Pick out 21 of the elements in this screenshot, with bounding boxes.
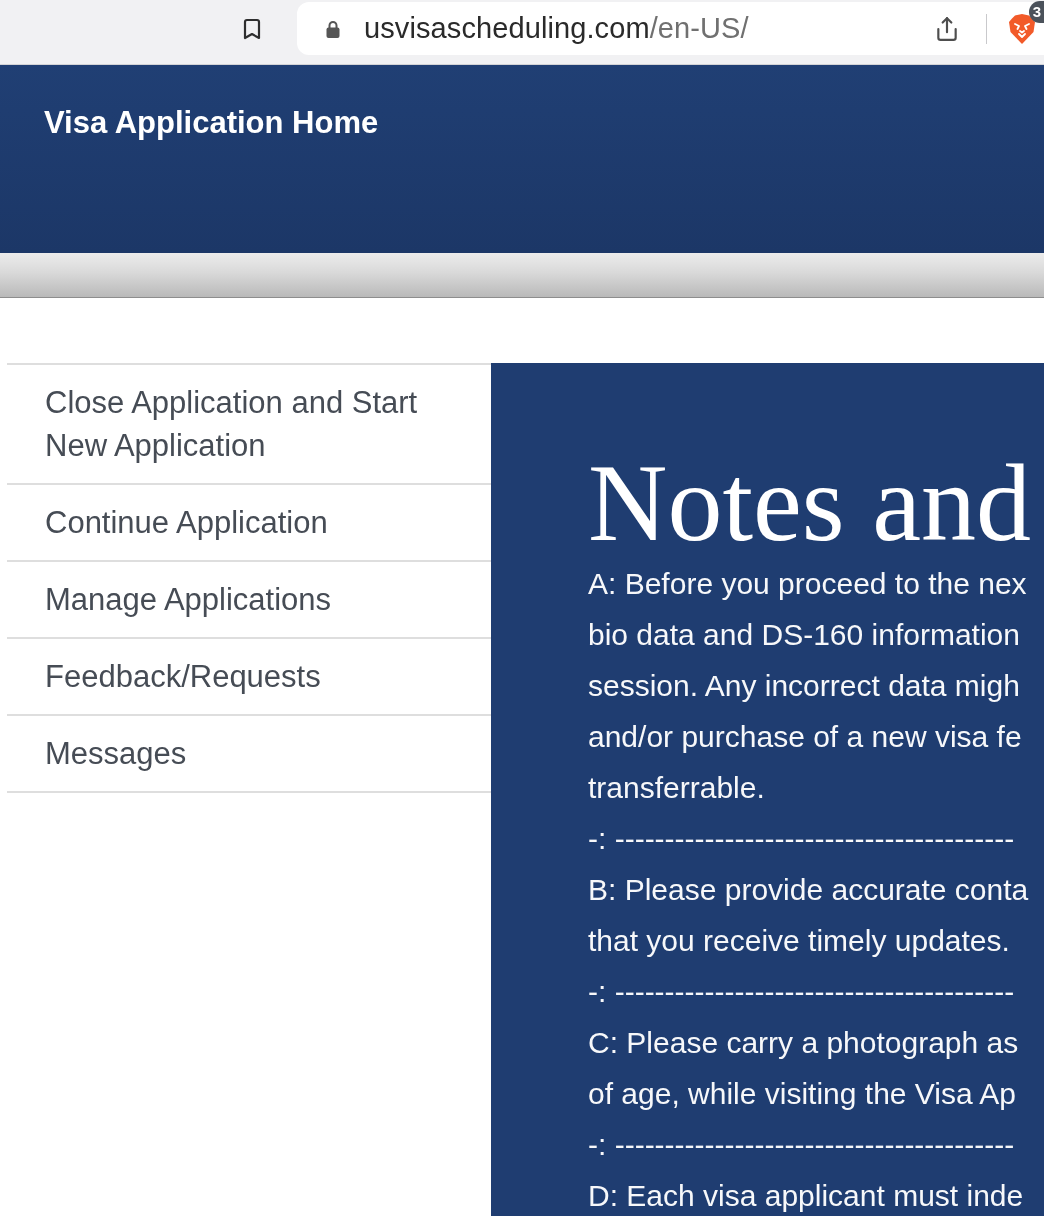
lion-head-icon[interactable] — [1009, 13, 1035, 44]
url-text: usvisascheduling.com/en-US/ — [364, 12, 749, 45]
note-text-line: and/or purchase of a new visa fe — [588, 719, 1023, 755]
note-text-line: transferrable. — [588, 770, 766, 806]
notes-heading: Notes and — [588, 448, 1032, 558]
dashed-separator-text: -: ---------------------------------------- — [588, 821, 1016, 857]
address-bar[interactable]: usvisascheduling.com/en-US/ 3 — [297, 2, 1044, 55]
note-text-line: C: Please carry a photograph as — [588, 1025, 1020, 1061]
note-text-line: bio data and DS-160 information — [588, 617, 1021, 653]
note-text-line: that you receive timely updates. — [588, 923, 1011, 959]
note-text-line: D: Each visa applicant must inde — [588, 1178, 1025, 1214]
dashed-separator-text: -: ---------------------------------------- — [588, 1127, 1016, 1163]
lock-icon[interactable] — [326, 19, 340, 38]
dashed-separator-text: -: ---------------------------------------- — [588, 974, 1016, 1010]
note-text-line: session. Any incorrect data migh — [588, 668, 1021, 704]
note-text-line: B: Please provide accurate conta — [588, 872, 1030, 908]
note-text-line: A: Before you proceed to the nex — [588, 566, 1028, 602]
share-icon[interactable] — [934, 15, 960, 42]
note-text-line: of age, while visiting the Visa Ap — [588, 1076, 1018, 1112]
home-link[interactable]: Visa Application Home — [44, 105, 379, 141]
count-badge: 3 — [1029, 0, 1044, 23]
